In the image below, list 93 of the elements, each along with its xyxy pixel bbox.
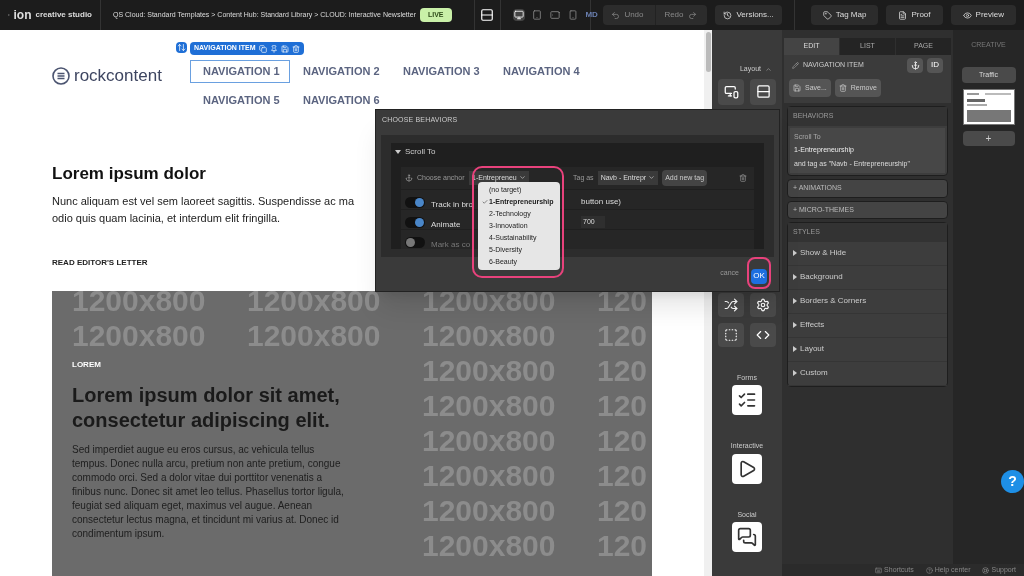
pin-icon[interactable]: [269, 44, 278, 53]
proof-button[interactable]: Proof: [886, 5, 943, 25]
id-button[interactable]: ID: [927, 57, 943, 73]
document-icon: [898, 10, 908, 20]
brand-name: ion: [13, 7, 32, 24]
style-group[interactable]: Effects: [800, 319, 825, 331]
rows-icon: [755, 84, 771, 99]
trash-icon: [838, 83, 847, 92]
collapse-icon[interactable]: [395, 149, 401, 154]
expand-icon[interactable]: [793, 346, 797, 352]
copy-icon[interactable]: [258, 44, 267, 53]
tool-button[interactable]: [718, 78, 744, 105]
style-group[interactable]: Borders & Corners: [800, 295, 867, 307]
style-group[interactable]: Background: [800, 271, 843, 283]
checklist-icon: [737, 390, 757, 410]
toggle-note: button use): [581, 196, 622, 208]
toggle-label: Mark as co: [431, 240, 471, 249]
ok-button[interactable]: OK: [751, 268, 767, 284]
thumbnail-drawing[interactable]: [962, 89, 1015, 125]
shuffle-icon: [724, 297, 738, 312]
scrollbar-thumb[interactable]: [705, 32, 711, 72]
breakpoint-label: MD: [585, 9, 598, 21]
widget-button[interactable]: [732, 453, 762, 484]
chat-icon: [737, 527, 757, 547]
tool-button[interactable]: [750, 322, 776, 347]
save-icon[interactable]: [280, 44, 289, 53]
anchor-button[interactable]: [907, 57, 923, 73]
widget-button[interactable]: [732, 385, 762, 415]
tool-button[interactable]: [718, 322, 744, 347]
navigation-link[interactable]: NAVIGATION 5: [202, 88, 281, 111]
anchor-icon: [910, 60, 920, 70]
redo-icon: [687, 10, 697, 20]
reorder-icon[interactable]: [176, 42, 187, 53]
anchor-icon: [405, 173, 413, 182]
navigation-link[interactable]: NAVIGATION 2: [302, 60, 381, 83]
behavior-name[interactable]: Scroll To: [405, 145, 436, 158]
pencil-icon: [792, 61, 799, 69]
undo-icon: [611, 10, 621, 20]
redo-button[interactable]: Redo: [655, 5, 708, 25]
monitor-icon: [514, 10, 525, 20]
widget-button[interactable]: [732, 522, 762, 552]
eye-icon: [962, 10, 972, 20]
tool-button[interactable]: [718, 292, 744, 317]
section-heading: Lorem ipsum dolor: [52, 163, 206, 185]
save-icon: [793, 83, 801, 92]
check-icon: [481, 199, 488, 205]
phone-icon: [568, 10, 579, 20]
navigation-link[interactable]: NAVIGATION 1: [190, 60, 290, 83]
hero-eyebrow: LOREM: [72, 358, 101, 371]
trash-icon[interactable]: [739, 173, 747, 182]
history-icon: [723, 10, 733, 20]
dashed-square-icon: [724, 327, 738, 342]
navigation-link[interactable]: NAVIGATION 6: [302, 88, 381, 111]
style-group[interactable]: Custom: [800, 367, 828, 379]
caret-icon: [518, 174, 526, 182]
tool-button[interactable]: [750, 78, 776, 105]
device-button[interactable]: [513, 9, 526, 21]
play-icon: [737, 458, 757, 479]
tablet-icon: [550, 10, 561, 20]
tablet-icon: [532, 10, 543, 20]
expand-icon[interactable]: [793, 370, 797, 376]
expand-icon[interactable]: [793, 298, 797, 304]
style-group[interactable]: Show & Hide: [800, 247, 847, 259]
editor-letter-link[interactable]: READ EDITOR'S LETTER: [52, 256, 148, 269]
layout-icon[interactable]: [480, 8, 495, 22]
body-text: Nunc aliquam est vel sem laoreet sagittis. Suspendisse ac ma: [52, 193, 355, 209]
settings-icon: [756, 297, 770, 312]
navigation-link[interactable]: NAVIGATION 3: [402, 60, 481, 83]
tag-map-button[interactable]: Tag Map: [810, 5, 879, 25]
body-text: odio quis quam lacinia, et interdum elit fringilla.: [52, 210, 281, 226]
toggle-switch[interactable]: [405, 236, 425, 248]
expand-icon[interactable]: [793, 274, 797, 280]
expand-icon[interactable]: [793, 250, 797, 256]
style-group[interactable]: Layout: [800, 343, 825, 355]
undo-button[interactable]: Undo: [603, 5, 656, 25]
tool-button[interactable]: [750, 292, 776, 317]
versions-button[interactable]: Versions...: [715, 5, 782, 25]
add-button[interactable]: +: [962, 131, 1015, 146]
caret-icon: [648, 174, 656, 182]
hero-body: Sed imperdiet augue eu eros cursus, ac vehicula tellus tempus. Donec nulla arcu, pretium non ante pretium, congue commodo orci. Sed a dolor vitae dui porttitor venenatis a finibus nunc. Donec sit amet leo tellus. Phasellus tortor ligula, feugiat sed aliquam eget, maximus vel augue. Aenean consectetur lectus magna, et tincidunt mi varius at. Donec id condimentum ipsum.: [72, 442, 345, 541]
lifebuoy-icon[interactable]: [982, 566, 990, 574]
trash-icon[interactable]: [291, 44, 300, 53]
hero-title: Lorem ipsum dolor sit amet, consectetur adipiscing elit.: [72, 382, 341, 433]
devices-icon: [723, 84, 739, 99]
logo-wordmark: rockcontent: [74, 65, 162, 87]
tag-icon: [822, 10, 832, 20]
preview-button[interactable]: Preview: [950, 5, 1016, 25]
toggle-label: Animate: [431, 220, 461, 229]
expand-icon[interactable]: [793, 322, 797, 328]
toggle-switch[interactable]: [405, 216, 425, 228]
product-name: creative studio: [35, 9, 92, 21]
navigation-link[interactable]: NAVIGATION 4: [502, 60, 581, 83]
toggle-switch[interactable]: [405, 196, 425, 208]
